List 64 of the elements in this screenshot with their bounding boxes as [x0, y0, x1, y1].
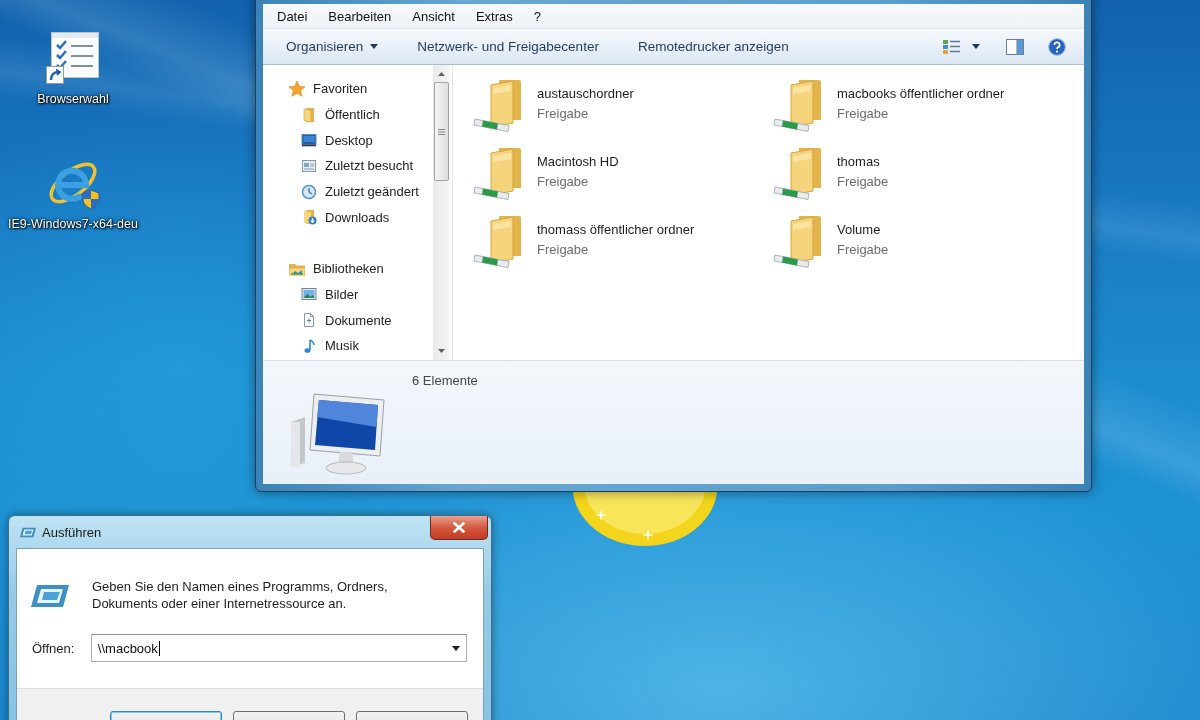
folder-name[interactable]: thomas: [837, 152, 880, 172]
icon-label[interactable]: Browserwahl: [37, 91, 109, 107]
folder-name[interactable]: thomass öffentlicher ordner: [537, 220, 695, 240]
share-type-label: Freigabe: [537, 173, 589, 191]
share-type-label: Freigabe: [837, 241, 889, 259]
nav-item[interactable]: Favoriten: [263, 76, 433, 102]
screen-icon: [301, 132, 317, 149]
toolbar-button[interactable]: Organisieren: [278, 33, 387, 60]
star-icon: [288, 79, 306, 98]
dialog-title: Ausführen: [42, 524, 102, 540]
caret-icon[interactable]: [452, 645, 460, 651]
folder-name[interactable]: austauschordner: [537, 84, 634, 104]
nav-item[interactable]: Bibliotheken: [263, 255, 433, 282]
help-icon[interactable]: [1048, 37, 1066, 56]
menu-item[interactable]: Bearbeiten: [319, 8, 401, 24]
nav-item[interactable]: Dokumente: [263, 307, 433, 333]
picture-icon: [301, 286, 317, 303]
menu-item[interactable]: Extras: [466, 8, 522, 24]
nav-item[interactable]: Zuletzt besucht: [263, 153, 433, 179]
close-icon: [453, 522, 465, 533]
folder-icon: [301, 106, 317, 123]
nav-item[interactable]: Öffentlich: [263, 101, 433, 128]
scroll-up-icon[interactable]: [438, 72, 445, 76]
share-type-label: Freigabe: [537, 241, 589, 259]
share-type-label: Freigabe: [537, 105, 589, 123]
sparkle-icon: [595, 509, 607, 521]
toolbar-button[interactable]: Netzwerk- und Freigabecenter: [409, 33, 607, 60]
preview-pane-icon[interactable]: [1006, 38, 1024, 55]
music-note-icon: [301, 337, 317, 354]
places-icon: [301, 157, 317, 174]
document-icon: [301, 312, 317, 329]
folder-name[interactable]: macbooks öffentlicher ordner: [837, 84, 1005, 104]
download-folder-icon: [301, 209, 317, 226]
item-count: 6 Elemente: [412, 373, 478, 388]
share-type-label: Freigabe: [837, 173, 889, 191]
nav-item[interactable]: Bilder: [263, 281, 433, 308]
menu-item[interactable]: ?: [524, 8, 550, 24]
open-combobox[interactable]: \\macbook: [90, 634, 467, 662]
open-label: Öffnen:: [31, 640, 76, 656]
share-type-label: Freigabe: [837, 105, 889, 123]
nav-item[interactable]: Downloads: [263, 204, 433, 231]
run-icon: [31, 583, 69, 609]
folder-name[interactable]: Macintosh HD: [537, 152, 619, 172]
dialog-message: Geben Sie den Namen eines Programms, Ordners, Dokuments oder einer Internetressource an.: [92, 578, 389, 612]
nav-item[interactable]: Musik: [263, 332, 433, 359]
text-cursor-icon: [158, 640, 160, 656]
nav-item[interactable]: Desktop: [263, 127, 433, 154]
caret-icon[interactable]: [972, 44, 980, 49]
menu-item[interactable]: Ansicht: [403, 8, 464, 24]
computer-icon: [288, 390, 386, 476]
toolbar-button[interactable]: Remotedrucker anzeigen: [629, 33, 797, 60]
view-options-icon[interactable]: [942, 38, 962, 55]
close-button[interactable]: [430, 516, 488, 540]
icon-label[interactable]: IE9-Windows7-x64-deu: [8, 216, 138, 232]
sparkle-icon: [642, 529, 654, 541]
scrollbar[interactable]: [433, 65, 450, 360]
scroll-down-icon[interactable]: [438, 349, 445, 353]
grip-icon: [438, 128, 445, 135]
scrollbar-thumb[interactable]: [434, 82, 449, 181]
run-icon: [20, 526, 36, 538]
folder-name[interactable]: Volume: [837, 220, 881, 240]
menu-item[interactable]: Datei: [268, 8, 317, 24]
clock-icon: [301, 183, 317, 200]
nav-item[interactable]: Zuletzt geändert: [263, 178, 433, 205]
